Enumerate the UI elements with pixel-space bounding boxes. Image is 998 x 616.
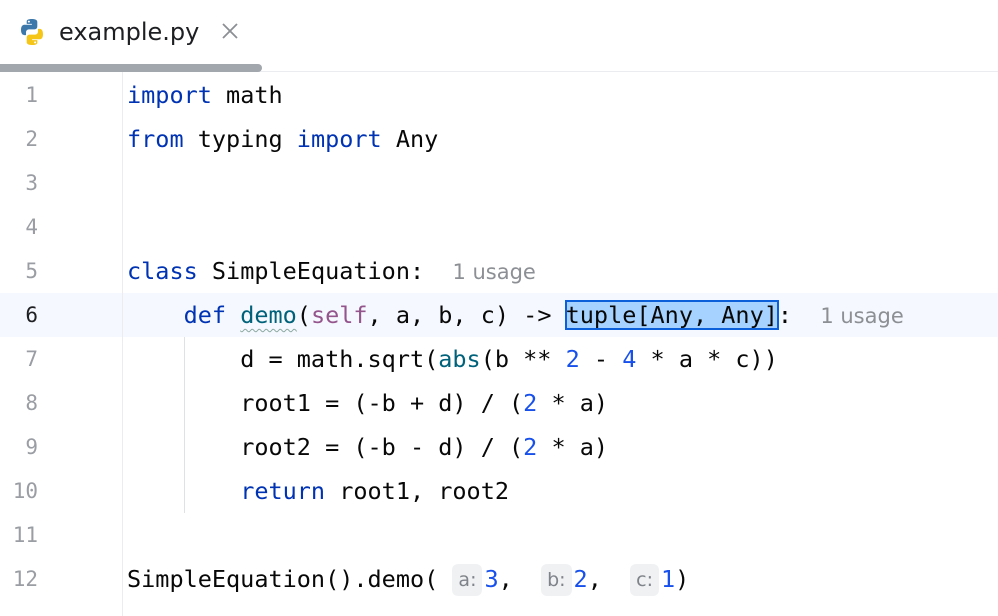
tab-title: example.py [59, 18, 200, 46]
code-text: * a) [537, 433, 609, 461]
line-number[interactable]: 1 [0, 73, 38, 117]
code-line-5[interactable]: class SimpleEquation: 1 usage [127, 249, 536, 294]
line-number[interactable]: 11 [0, 513, 38, 557]
number-literal: 2 [565, 345, 580, 373]
keyword: class [127, 257, 198, 285]
code-line-2[interactable]: from typing import Any [127, 117, 438, 161]
number-literal: 4 [622, 345, 637, 373]
gutter-separator [122, 72, 123, 616]
self-parameter: self [310, 301, 368, 329]
line-number[interactable]: 8 [0, 381, 38, 425]
code-line-6[interactable]: def demo(self, a, b, c) -> tuple[Any, An… [127, 293, 904, 338]
usage-hint[interactable]: 1 usage [820, 304, 903, 328]
punctuation: , [498, 565, 513, 593]
code-text: * a * c)) [636, 345, 778, 373]
code-text: d = math.sqrt( [240, 345, 439, 373]
punctuation: : [777, 301, 793, 329]
code-editor[interactable]: 1 2 3 4 5 6 7 8 9 10 11 12 import math f… [0, 72, 998, 616]
operator: - [579, 345, 623, 373]
keyword: import [127, 81, 212, 109]
line-number-current[interactable]: 6 [0, 293, 38, 337]
keyword: return [240, 477, 326, 505]
tab-example-py[interactable]: example.py [0, 0, 262, 72]
identifier: typing [197, 125, 283, 153]
number-literal: 2 [523, 433, 538, 461]
number-literal: 1 [661, 565, 676, 593]
code-text: (b ** [480, 345, 566, 373]
punctuation: , [587, 565, 602, 593]
parameter-hint: c: [630, 564, 660, 596]
line-number[interactable]: 2 [0, 117, 38, 161]
code-line-9[interactable]: root2 = (-b - d) / (2 * a) [127, 425, 608, 469]
code-line-1[interactable]: import math [127, 73, 283, 117]
identifier: Any [395, 125, 439, 153]
parameter-hint: b: [541, 564, 572, 596]
close-icon[interactable] [218, 19, 242, 43]
code-line-8[interactable]: root1 = (-b + d) / (2 * a) [127, 381, 608, 425]
punctuation: ) [675, 565, 690, 593]
code-text: * a) [537, 389, 609, 417]
parameter-hint: a: [452, 564, 483, 596]
python-file-icon [16, 16, 48, 48]
keyword: from [127, 125, 184, 153]
function-name: demo [240, 301, 297, 329]
line-number[interactable]: 9 [0, 425, 38, 469]
code-text: root2 = (-b - d) / ( [240, 433, 524, 461]
code-text: root1, root2 [325, 477, 510, 505]
active-tab-indicator [0, 64, 262, 72]
number-literal: 2 [523, 389, 538, 417]
builtin-function: abs [438, 345, 481, 373]
line-number[interactable]: 4 [0, 205, 38, 249]
editor-tab-bar: example.py [0, 0, 998, 72]
keyword: def [183, 301, 227, 329]
line-number[interactable]: 3 [0, 161, 38, 205]
number-literal: 2 [573, 565, 588, 593]
parameters: , a, b, c) -> [367, 301, 552, 329]
punctuation: : [409, 257, 425, 285]
keyword: import [296, 125, 382, 153]
line-number[interactable]: 5 [0, 249, 38, 293]
code-text: SimpleEquation().demo( [127, 565, 439, 593]
line-number[interactable]: 12 [0, 557, 38, 601]
code-line-12[interactable]: SimpleEquation().demo( a: 3, b: 2, c: 1) [127, 557, 689, 601]
usage-hint[interactable]: 1 usage [452, 260, 535, 284]
line-number[interactable]: 7 [0, 337, 38, 381]
number-literal: 3 [484, 565, 499, 593]
code-line-7[interactable]: d = math.sqrt(abs(b ** 2 - 4 * a * c)) [127, 337, 778, 381]
code-line-10[interactable]: return root1, root2 [127, 469, 509, 513]
code-text: root1 = (-b + d) / ( [240, 389, 524, 417]
class-name: SimpleEquation [211, 257, 410, 285]
identifier: math [226, 81, 283, 109]
selected-return-type[interactable]: tuple[Any, Any] [564, 300, 779, 330]
line-number[interactable]: 10 [0, 469, 38, 513]
